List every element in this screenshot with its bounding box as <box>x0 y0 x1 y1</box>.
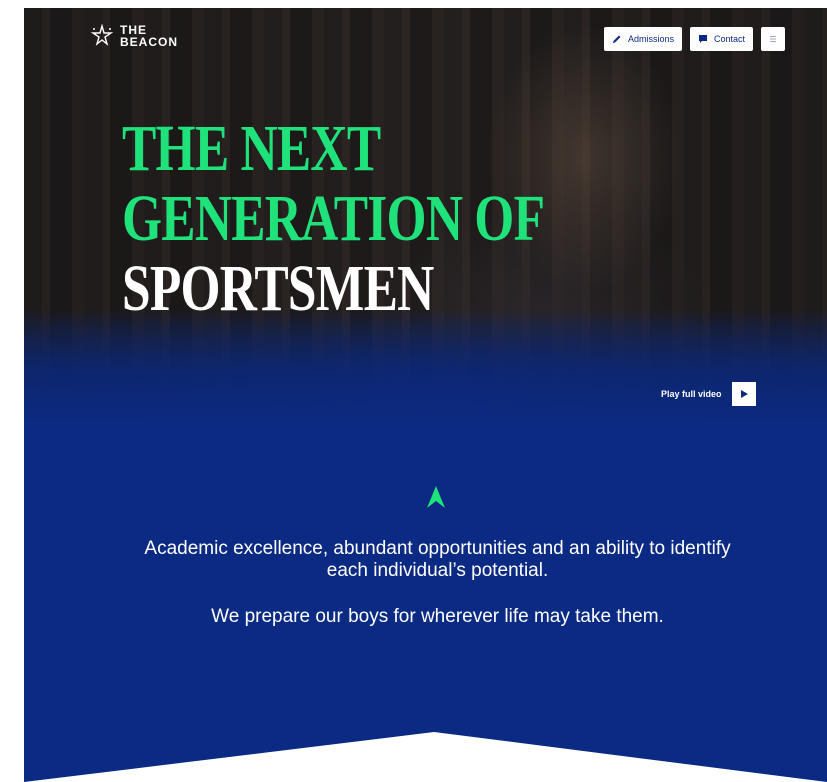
pencil-icon <box>612 35 621 43</box>
intro-paragraph-1: Academic excellence, abundant opportunit… <box>144 538 731 581</box>
play-button[interactable] <box>731 382 756 406</box>
headline-line-2: GENERATION OF <box>122 182 545 255</box>
headline-line-3: SPORTSMEN <box>122 252 434 325</box>
header-actions: Admissions Contact <box>603 27 785 51</box>
logo-line-2: BEACON <box>120 35 179 49</box>
hero-headline: THE NEXT GENERATION OF SPORTSMEN <box>122 112 545 325</box>
speech-bubble-icon <box>698 35 707 43</box>
hamburger-menu-icon <box>770 36 776 42</box>
headline-line-1: THE NEXT <box>122 112 381 185</box>
beacon-star-icon <box>90 24 114 46</box>
contact-button[interactable]: Contact <box>689 27 753 51</box>
logo-wordmark: THE BEACON <box>120 24 178 48</box>
contact-label: Contact <box>713 34 745 44</box>
page-frame: THE BEACON Admissions Contact THE NEXT G… <box>24 8 827 782</box>
menu-button[interactable] <box>761 27 785 51</box>
chevron-up-arrow-icon <box>427 486 445 508</box>
admissions-button[interactable]: Admissions <box>603 27 682 51</box>
intro-paragraph-2: We prepare our boys for wherever life ma… <box>211 606 664 627</box>
hero-fade <box>24 308 827 428</box>
section-divider-chevron <box>24 732 827 782</box>
site-logo[interactable]: THE BEACON <box>90 24 178 48</box>
admissions-label: Admissions <box>627 34 674 44</box>
play-video-label: Play full video <box>661 389 722 399</box>
intro-text: Academic excellence, abundant opportunit… <box>124 538 751 628</box>
play-video-control[interactable]: Play full video <box>661 382 756 406</box>
play-icon <box>740 390 748 398</box>
